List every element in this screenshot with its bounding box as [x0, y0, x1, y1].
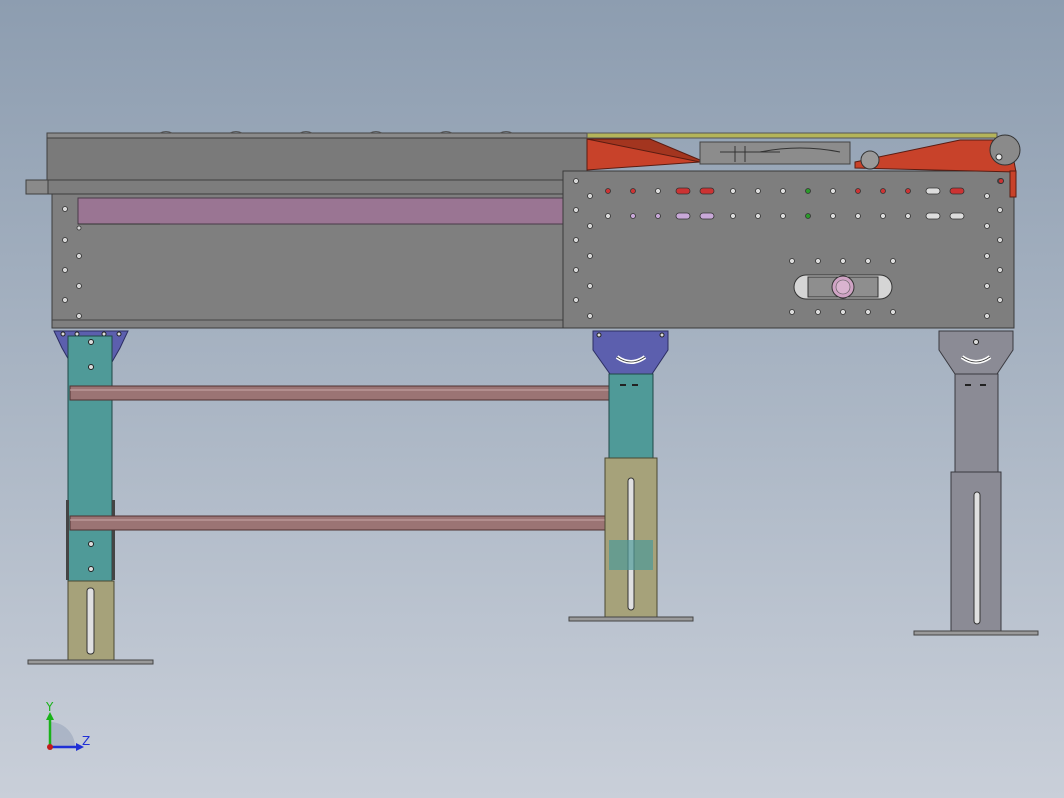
left-leg [27, 330, 154, 665]
cross-brace-upper [69, 385, 611, 401]
triad-z-label: Z [82, 734, 90, 748]
right-leg [913, 330, 1039, 636]
left-frame-panel [51, 193, 565, 329]
cross-brace-lower [69, 515, 608, 531]
triad-y-label: Y [45, 700, 54, 714]
drive-end-frame-panel [562, 170, 1015, 329]
coordinate-triad: Y Z [45, 700, 90, 751]
middle-leg [568, 330, 694, 622]
conveyor-top-cover [25, 131, 588, 195]
triad-origin [47, 744, 53, 750]
cad-viewport[interactable]: Y Z [0, 0, 1064, 798]
conveyor-assembly-drawing[interactable]: Y Z [0, 0, 1064, 798]
